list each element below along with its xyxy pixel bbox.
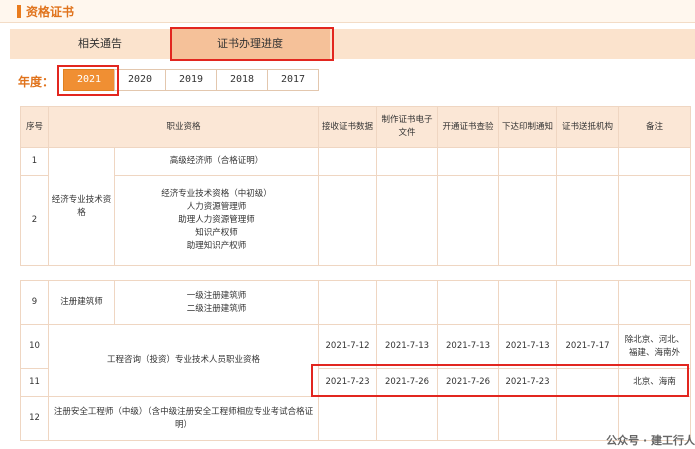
section-header: 资格证书 xyxy=(0,0,695,23)
section-title: 资格证书 xyxy=(26,5,75,19)
qualification-sub: 一级注册建筑师 xyxy=(186,290,247,301)
col-header-deliver: 证书送抵机构 xyxy=(556,106,620,148)
table-header-row: 序号 职业资格 接收证书数据 制作证书电子文件 开通证书查验 下达印制通知 证书… xyxy=(20,106,692,148)
qualification-sub-list: 一级注册建筑师 二级注册建筑师 xyxy=(113,280,320,325)
highlight-box-year xyxy=(57,65,119,96)
qualification-main: 注册安全工程师（中级）（含中级注册安全工程师相应专业考试合格证明） xyxy=(47,396,320,441)
highlight-box-tab xyxy=(170,27,334,61)
qualification-main: 工程咨询（投资）专业技术人员职业资格 xyxy=(47,324,320,397)
row-no: 1 xyxy=(20,147,49,176)
qualification-main: 经济专业技术资格 xyxy=(48,147,115,266)
watermark: 公众号 · 建工行人 xyxy=(606,434,695,447)
qualification-sub: 助理知识产权师 xyxy=(186,241,247,251)
col-header-make: 制作证书电子文件 xyxy=(376,106,439,148)
date-deliver: 2021-7-17 xyxy=(556,324,620,369)
date-verify: 2021-7-13 xyxy=(437,324,500,369)
table-gap xyxy=(20,265,691,281)
date-print: 2021-7-13 xyxy=(498,324,558,369)
col-header-receive: 接收证书数据 xyxy=(318,106,378,148)
row-no: 2 xyxy=(20,175,49,266)
row-no: 12 xyxy=(20,396,49,441)
year-label: 年度： xyxy=(18,75,55,89)
year-2018[interactable]: 2018 xyxy=(216,69,268,91)
row-no: 9 xyxy=(20,280,49,325)
highlight-box-row-11 xyxy=(311,364,689,397)
qualification-sub: 人力资源管理师 xyxy=(186,202,247,212)
qualification-sub: 二级注册建筑师 xyxy=(186,303,247,314)
date-make: 2021-7-13 xyxy=(376,324,439,369)
table-row: 10 工程咨询（投资）专业技术人员职业资格 2021-7-12 2021-7-1… xyxy=(20,324,692,397)
qualification-sub: 经济专业技术资格（中初级） xyxy=(161,189,272,199)
qualification-sub-list: 经济专业技术资格（中初级） 人力资源管理师 助理人力资源管理师 知识产权师 助理… xyxy=(113,175,320,266)
tab-announcements[interactable]: 相关通告 xyxy=(50,29,150,59)
col-header-verify: 开通证书查验 xyxy=(437,106,500,148)
table-row: 9 注册建筑师 一级注册建筑师 二级注册建筑师 xyxy=(20,280,692,325)
note: 除北京、河北、福建、海南外 xyxy=(618,324,692,369)
qualification-sub: 高级经济师（合格证明） xyxy=(113,147,320,176)
tab-bar: 相关通告 证书办理进度 xyxy=(10,29,695,59)
year-2017[interactable]: 2017 xyxy=(267,69,319,91)
qualification-main: 注册建筑师 xyxy=(48,280,115,325)
qualification-sub: 知识产权师 xyxy=(195,228,238,238)
table-row: 1 经济专业技术资格 高级经济师（合格证明） xyxy=(20,147,692,266)
table-row: 2 经济专业技术资格（中初级） 人力资源管理师 助理人力资源管理师 知识产权师 … xyxy=(20,175,692,266)
table-row: 12 注册安全工程师（中级）（含中级注册安全工程师相应专业考试合格证明） xyxy=(20,396,692,441)
year-2019[interactable]: 2019 xyxy=(165,69,217,91)
qualification-sub: 助理人力资源管理师 xyxy=(178,215,255,225)
date-receive: 2021-7-12 xyxy=(318,324,378,369)
section-header-bar xyxy=(17,5,21,18)
col-header-note: 备注 xyxy=(618,106,692,148)
row-no: 10 xyxy=(20,324,49,369)
col-header-qualification: 职业资格 xyxy=(47,106,320,148)
col-header-print: 下达印制通知 xyxy=(498,106,558,148)
row-no: 11 xyxy=(20,368,49,397)
col-header-no: 序号 xyxy=(20,106,49,148)
year-2020[interactable]: 2020 xyxy=(114,69,166,91)
